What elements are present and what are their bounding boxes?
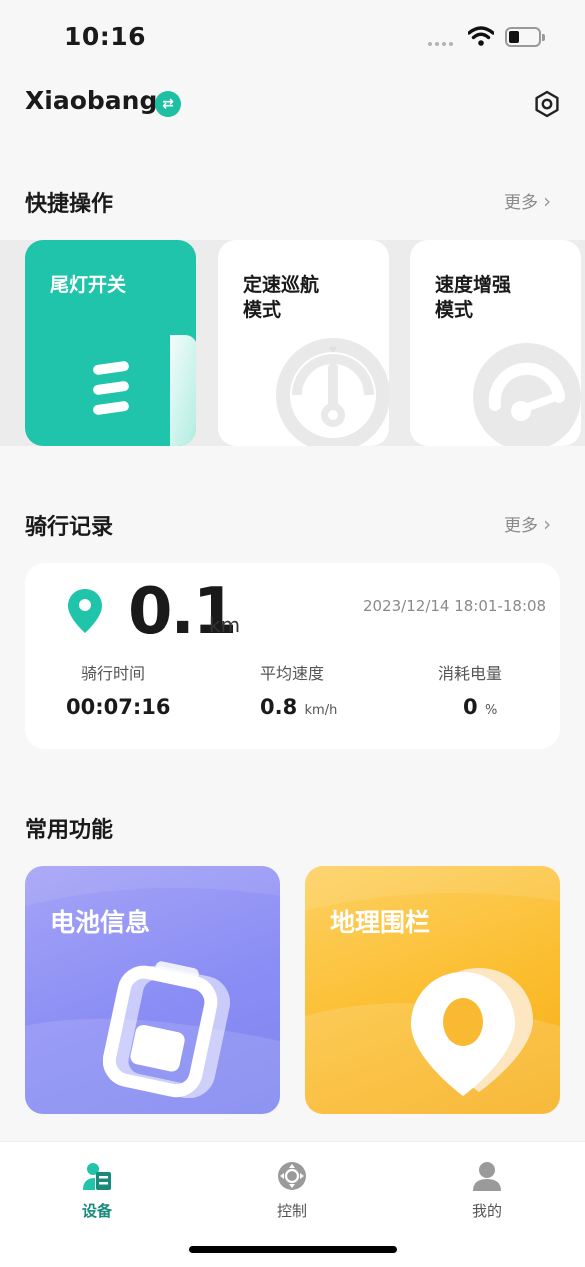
quick-actions-title: 快捷操作 — [25, 192, 114, 217]
chevron-right-icon: › — [543, 189, 552, 213]
quick-card-label-group: 定速巡航 模式 — [243, 273, 319, 323]
quick-card-speed-boost[interactable]: 速度增强 模式 — [410, 240, 581, 446]
cellular-signal-icon — [428, 42, 458, 48]
stat-label-battery-used: 消耗电量 — [437, 664, 502, 683]
more-label: 更多 — [504, 193, 538, 213]
tab-label: 设备 — [81, 1202, 112, 1220]
stat-unit: km/h — [304, 703, 338, 718]
location-pin-icon — [68, 589, 102, 633]
stat-label-ride-time: 骑行时间 — [80, 664, 145, 683]
battery-info-card[interactable]: 电池信息 — [25, 866, 280, 1114]
quick-card-label-group: 速度增强 模式 — [435, 273, 511, 323]
home-indicator[interactable] — [189, 1246, 397, 1253]
control-icon — [278, 1162, 306, 1190]
tab-label: 控制 — [276, 1202, 307, 1220]
tab-profile[interactable]: 我的 — [442, 1160, 532, 1221]
profile-icon — [473, 1162, 501, 1191]
more-label: 更多 — [504, 516, 538, 536]
speedometer-icon — [276, 338, 389, 446]
quick-actions-more-link[interactable]: 更多 › — [504, 188, 551, 213]
function-card-label: 电池信息 — [50, 908, 151, 937]
ride-record-more-link[interactable]: 更多 › — [504, 511, 551, 536]
stat-battery-used: 0 % — [463, 695, 497, 719]
tab-label: 我的 — [471, 1202, 502, 1220]
settings-icon[interactable] — [533, 90, 561, 118]
quick-card-label-line1: 速度增强 — [435, 274, 512, 296]
stat-avg-speed: 0.8 km/h — [260, 695, 337, 719]
quick-card-label-line1: 定速巡航 — [243, 274, 320, 296]
stat-value: 0.8 — [260, 695, 298, 719]
switch-device-icon[interactable]: ⇄ — [155, 91, 181, 117]
tab-device[interactable]: 设备 — [52, 1160, 142, 1221]
stat-label-avg-speed: 平均速度 — [259, 664, 324, 683]
stat-value: 00:07:16 — [66, 695, 171, 719]
device-name: Xiaobang — [25, 86, 158, 115]
tail-light-icon — [93, 335, 196, 446]
tab-control[interactable]: 控制 — [247, 1160, 337, 1221]
device-icon — [83, 1163, 111, 1190]
ride-date: 2023/12/14 18:01-18:08 — [363, 597, 547, 615]
chevron-right-icon: › — [543, 512, 552, 536]
battery-status-icon — [505, 27, 545, 47]
ride-distance-value: 0.1 — [128, 575, 237, 649]
ride-distance-unit: km — [209, 613, 241, 637]
ride-record-card[interactable] — [25, 563, 560, 749]
status-time: 10:16 — [64, 22, 147, 51]
geofence-card[interactable]: 地理围栏 — [305, 866, 560, 1114]
quick-card-label-line2: 模式 — [435, 299, 474, 321]
geofence-pin-icon — [411, 968, 533, 1096]
ride-record-title: 骑行记录 — [25, 515, 114, 540]
quick-card-label: 尾灯开关 — [50, 274, 127, 296]
speed-boost-icon — [473, 343, 581, 446]
function-card-label: 地理围栏 — [330, 908, 431, 937]
quick-card-tail-light[interactable]: 尾灯开关 — [25, 240, 196, 446]
stat-unit: % — [484, 703, 498, 718]
quick-card-label-line2: 模式 — [243, 299, 282, 321]
stat-ride-time: 00:07:16 — [66, 695, 170, 719]
wifi-icon — [468, 26, 494, 46]
functions-title: 常用功能 — [25, 818, 114, 843]
battery-icon — [103, 961, 231, 1098]
stat-value: 0 — [463, 695, 478, 719]
quick-card-cruise-mode[interactable]: 定速巡航 模式 — [218, 240, 389, 446]
